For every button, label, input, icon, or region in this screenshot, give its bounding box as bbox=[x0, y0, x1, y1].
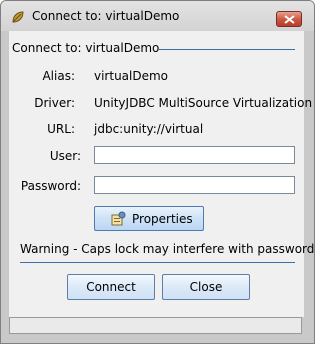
connection-legend: Connect to: virtualDemo bbox=[12, 41, 160, 55]
status-bar bbox=[9, 317, 302, 334]
caps-lock-warning: Warning - Caps lock may interfere with p… bbox=[20, 242, 315, 256]
legend-divider bbox=[158, 49, 295, 50]
window-title: Connect to: virtualDemo bbox=[32, 9, 180, 23]
connect-button[interactable]: Connect bbox=[67, 274, 155, 300]
title-bar[interactable]: Connect to: virtualDemo bbox=[1, 1, 314, 31]
warning-divider bbox=[20, 262, 295, 263]
properties-icon bbox=[110, 211, 126, 230]
url-value: jdbc:unity://virtual bbox=[94, 122, 204, 136]
driver-label: Driver: bbox=[34, 96, 75, 110]
driver-value: UnityJDBC MultiSource Virtualization bbox=[94, 96, 313, 110]
user-label: User: bbox=[49, 149, 81, 163]
password-input[interactable] bbox=[94, 176, 295, 194]
window-close-button[interactable] bbox=[276, 11, 302, 27]
url-label: URL: bbox=[47, 122, 75, 136]
close-icon bbox=[284, 15, 295, 24]
alias-value: virtualDemo bbox=[94, 69, 169, 83]
connect-dialog: Connect to: virtualDemo Connect to: virt… bbox=[0, 0, 315, 344]
leaf-icon bbox=[10, 9, 26, 25]
alias-label: Alias: bbox=[42, 69, 75, 83]
user-input[interactable] bbox=[94, 146, 295, 164]
password-label: Password: bbox=[20, 179, 81, 193]
properties-label: Properties bbox=[132, 212, 193, 226]
close-button[interactable]: Close bbox=[162, 274, 250, 300]
properties-button[interactable]: Properties bbox=[94, 206, 204, 231]
